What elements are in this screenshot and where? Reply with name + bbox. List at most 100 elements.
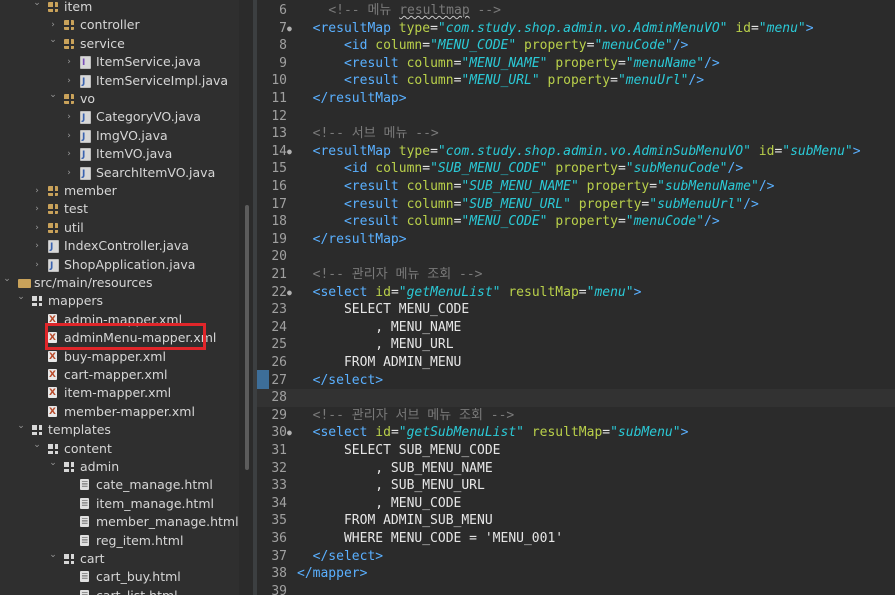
fold-marker-icon[interactable]: ● xyxy=(287,20,292,38)
html-file-icon xyxy=(80,513,89,531)
tree-item[interactable]: ⌄ admin xyxy=(0,458,239,476)
tree-item[interactable]: ⌄ content xyxy=(0,440,239,458)
code-line[interactable]: 29 <!-- 관리자 서브 메뉴 조회 --> xyxy=(257,407,895,425)
code-line[interactable]: 18 <result column="MENU_CODE" property="… xyxy=(257,213,895,231)
tree-item[interactable]: › ImgVO.java xyxy=(0,127,239,146)
code-line[interactable]: 24 , MENU_NAME xyxy=(257,319,895,337)
code-line[interactable]: 22 ● <select id="getMenuList" resultMap="… xyxy=(257,284,895,302)
code-line[interactable]: 26 FROM ADMIN_MENU xyxy=(257,354,895,372)
code-line[interactable]: 30 ● <select id="getSubMenuList" resultMa… xyxy=(257,424,895,442)
tree-item[interactable]: › IndexController.java xyxy=(0,237,239,256)
tree-item[interactable]: › util xyxy=(0,219,239,237)
tree-item[interactable]: ⌄ mappers xyxy=(0,292,239,310)
code-line[interactable]: 27 </select> xyxy=(257,372,895,390)
tree-item[interactable]: reg_item.html xyxy=(0,532,239,550)
expand-arrow-icon[interactable]: ⌄ xyxy=(32,436,42,454)
code-line[interactable]: 15 <id column="SUB_MENU_CODE" property="… xyxy=(257,160,895,178)
code-line[interactable]: 10 <result column="MENU_URL" property="m… xyxy=(257,72,895,90)
code-line[interactable]: 34 , MENU_CODE xyxy=(257,495,895,513)
tree-item[interactable]: cart_buy.html xyxy=(0,568,239,586)
code-line[interactable]: 21 <!-- 관리자 메뉴 조회 --> xyxy=(257,266,895,284)
code-token: /> xyxy=(704,55,720,71)
tree-item[interactable]: › SearchItemVO.java xyxy=(0,164,239,183)
code-line[interactable]: 19 </resultMap> xyxy=(257,231,895,249)
tree-item[interactable]: › controller xyxy=(0,16,239,34)
line-number: 10 xyxy=(271,73,287,89)
expand-arrow-icon[interactable]: ⌄ xyxy=(32,0,42,12)
code-line[interactable]: 14 ● <resultMap type="com.study.shop.admi… xyxy=(257,143,895,161)
tree-item[interactable]: item-mapper.xml xyxy=(0,384,239,402)
tree-item[interactable]: member-mapper.xml xyxy=(0,403,239,421)
expand-arrow-icon[interactable]: ⌄ xyxy=(48,86,58,104)
collapse-arrow-icon[interactable]: › xyxy=(32,200,42,218)
code-line[interactable]: 33 , SUB_MENU_URL xyxy=(257,477,895,495)
tree-item[interactable]: › ItemServiceImpl.java xyxy=(0,72,239,91)
code-editor[interactable]: 6 <!-- 메뉴 resultmap --> 7 ● <resultMap typ… xyxy=(257,0,895,595)
collapse-arrow-icon[interactable]: › xyxy=(64,53,74,71)
tree-item[interactable]: › ItemVO.java xyxy=(0,145,239,164)
collapse-arrow-icon[interactable]: › xyxy=(64,108,74,126)
code-line[interactable]: 9 <result column="MENU_NAME" property="m… xyxy=(257,55,895,73)
tree-item[interactable]: buy-mapper.xml xyxy=(0,348,239,366)
tree-item[interactable]: cart_list.html xyxy=(0,587,239,595)
fold-marker-icon[interactable]: ● xyxy=(287,424,292,442)
code-line[interactable]: 12 xyxy=(257,108,895,126)
code-line[interactable]: 35 FROM ADMIN_SUB_MENU xyxy=(257,512,895,530)
collapse-arrow-icon[interactable]: › xyxy=(32,182,42,200)
tree-item[interactable]: › ItemService.java xyxy=(0,53,239,72)
collapse-arrow-icon[interactable]: › xyxy=(32,219,42,237)
line-number: 35 xyxy=(271,513,287,529)
expand-arrow-icon[interactable]: ⌄ xyxy=(48,454,58,472)
tree-item[interactable]: › ShopApplication.java xyxy=(0,256,239,275)
tree-item[interactable]: cate_manage.html xyxy=(0,476,239,494)
code-line[interactable]: 11 </resultMap> xyxy=(257,90,895,108)
package-icon xyxy=(64,94,74,104)
collapse-arrow-icon[interactable]: › xyxy=(64,127,74,145)
code-line[interactable]: 36 WHERE MENU_CODE = 'MENU_001' xyxy=(257,530,895,548)
collapse-arrow-icon[interactable]: › xyxy=(32,256,42,274)
code-line[interactable]: 31 SELECT SUB_MENU_CODE xyxy=(257,442,895,460)
fold-marker-icon[interactable]: ● xyxy=(287,284,292,302)
tree-item[interactable]: › CategoryVO.java xyxy=(0,108,239,127)
line-number: 12 xyxy=(271,108,287,124)
folder-icon xyxy=(64,462,74,472)
tree-item[interactable]: ⌄ cart xyxy=(0,550,239,568)
collapse-arrow-icon[interactable]: › xyxy=(64,145,74,163)
code-line[interactable]: 13 <!-- 서브 메뉴 --> xyxy=(257,125,895,143)
expand-arrow-icon[interactable]: ⌄ xyxy=(2,270,12,288)
collapse-arrow-icon[interactable]: › xyxy=(64,72,74,90)
code-line[interactable]: 38 </mapper> xyxy=(257,565,895,583)
expand-arrow-icon[interactable]: ⌄ xyxy=(48,31,58,49)
tree-item[interactable]: ⌄ src/main/resources xyxy=(0,274,239,292)
tree-item[interactable]: ⌄ vo xyxy=(0,90,239,108)
tree-item[interactable]: › member xyxy=(0,182,239,200)
expand-arrow-icon[interactable]: ⌄ xyxy=(16,288,26,306)
code-line[interactable]: 25 , MENU_URL xyxy=(257,336,895,354)
collapse-arrow-icon[interactable]: › xyxy=(32,237,42,255)
collapse-arrow-icon[interactable]: › xyxy=(64,164,74,182)
tree-item[interactable]: ⌄ service xyxy=(0,35,239,53)
code-line[interactable]: 23 SELECT MENU_CODE xyxy=(257,301,895,319)
explorer-scrollbar-thumb[interactable] xyxy=(245,205,249,470)
tree-item[interactable]: cart-mapper.xml xyxy=(0,366,239,384)
expand-arrow-icon[interactable]: ⌄ xyxy=(48,546,58,564)
code-line[interactable]: 7 ● <resultMap type="com.study.shop.admin… xyxy=(257,20,895,38)
tree-item[interactable]: › test xyxy=(0,200,239,218)
code-line[interactable]: 39 xyxy=(257,583,895,595)
tree-item[interactable]: ⌄ item xyxy=(0,0,239,16)
code-token: property xyxy=(578,196,642,212)
code-line[interactable]: 28 xyxy=(257,389,895,407)
fold-marker-icon[interactable]: ● xyxy=(287,143,292,161)
code-line[interactable]: 32 , SUB_MENU_NAME xyxy=(257,460,895,478)
expand-arrow-icon[interactable]: ⌄ xyxy=(16,417,26,435)
code-line[interactable]: 8 <id column="MENU_CODE" property="menuC… xyxy=(257,37,895,55)
tree-item[interactable]: member_manage.html xyxy=(0,513,239,531)
code-line[interactable]: 20 xyxy=(257,248,895,266)
code-line[interactable]: 37 </select> xyxy=(257,548,895,566)
code-line[interactable]: 17 <result column="SUB_MENU_URL" propert… xyxy=(257,196,895,214)
tree-item[interactable]: item_manage.html xyxy=(0,495,239,513)
code-line[interactable]: 16 <result column = "SUB_MENU_NAME" proper… xyxy=(257,178,895,196)
code-line[interactable]: 6 <!-- 메뉴 resultmap --> xyxy=(257,2,895,20)
